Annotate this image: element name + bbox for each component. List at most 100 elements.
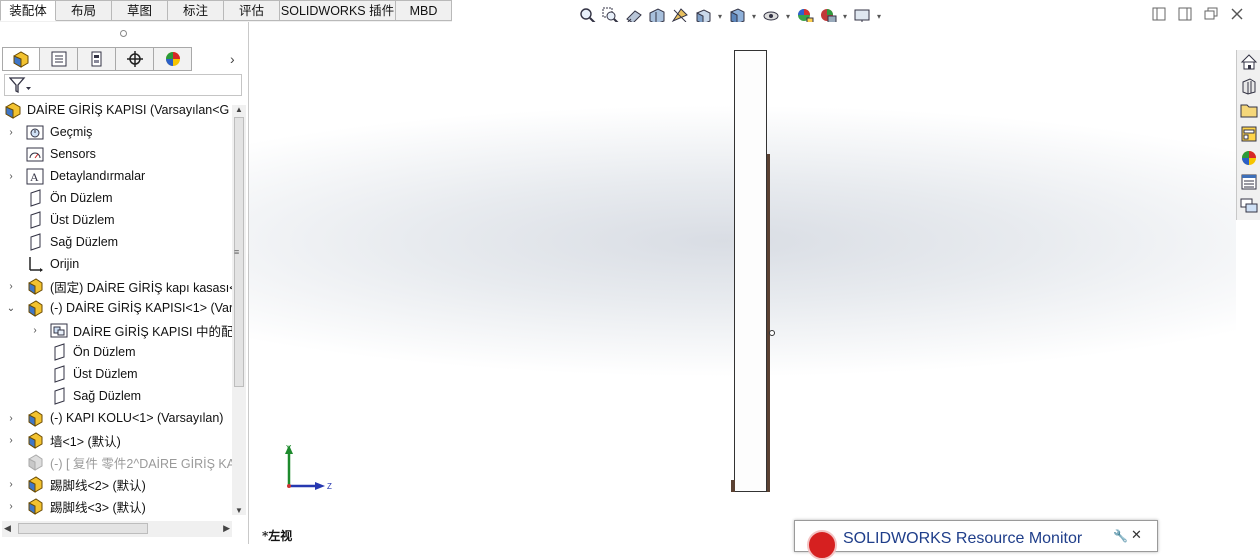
tab-layout[interactable]: 布局 <box>56 0 112 21</box>
expand-arrow-icon[interactable]: › <box>6 281 16 292</box>
tree-item-annotations[interactable]: › A Detaylandırmalar <box>0 165 232 187</box>
tree-filter[interactable] <box>4 74 242 96</box>
tree-item-baseboard-2[interactable]: › 踢脚线<2> (默认) <box>0 473 232 495</box>
tab-sketch[interactable]: 草图 <box>112 0 168 21</box>
tile-right-icon[interactable] <box>1176 6 1194 22</box>
part-icon <box>26 497 44 515</box>
view-settings-dropdown-icon[interactable]: ▾ <box>875 12 883 21</box>
design-library-icon[interactable] <box>1239 76 1259 96</box>
wrench-icon[interactable]: 🔧 <box>1113 529 1128 543</box>
custom-properties-icon[interactable] <box>1239 172 1259 192</box>
door-handle-point[interactable] <box>769 330 775 336</box>
manager-tabs <box>2 47 192 71</box>
error-icon <box>807 530 837 560</box>
tree-horizontal-scrollbar[interactable]: ◀ ▶ <box>2 521 232 537</box>
tab-mbd[interactable]: MBD <box>396 0 452 21</box>
scroll-down-icon[interactable]: ▼ <box>235 506 243 515</box>
scroll-thumb[interactable] <box>18 523 148 534</box>
resource-monitor-notification[interactable]: SOLIDWORKS Resource Monitor 🔧 ✕ <box>794 520 1158 560</box>
scroll-right-icon[interactable]: ▶ <box>223 523 230 534</box>
filter-icon <box>8 77 31 96</box>
tree-item-door-handle[interactable]: › (-) KAPI KOLU<1> (Varsayılan) <box>0 407 232 429</box>
home-icon[interactable] <box>1239 52 1259 72</box>
svg-text:A: A <box>30 170 39 184</box>
tab-evaluate[interactable]: 评估 <box>224 0 280 21</box>
plane-icon <box>26 211 44 229</box>
reference-triad: Y Z <box>285 444 332 491</box>
file-explorer-icon[interactable] <box>1239 100 1259 120</box>
part-icon <box>26 431 44 449</box>
dimxpert-manager-tab-icon[interactable] <box>116 47 154 71</box>
chevron-right-icon[interactable]: › <box>230 51 235 67</box>
expand-arrow-icon[interactable]: › <box>30 325 40 336</box>
close-icon[interactable]: ✕ <box>1131 527 1142 543</box>
tree-item-history[interactable]: › Geçmiş <box>0 121 232 143</box>
task-pane-tabs <box>1236 50 1260 220</box>
view-orientation-dropdown-icon[interactable]: ▾ <box>716 12 724 21</box>
expand-arrow-icon[interactable]: › <box>6 501 16 512</box>
tree-item-sub-front-plane[interactable]: Ön Düzlem <box>0 341 232 363</box>
tree-item-front-plane[interactable]: Ön Düzlem <box>0 187 232 209</box>
feature-tree: DAİRE GİRİŞ KAPISI (Varsayılan<G › Geçmi… <box>0 97 232 517</box>
tree-item-top-plane[interactable]: Üst Düzlem <box>0 209 232 231</box>
command-manager-tabs: 装配体 布局 草图 标注 评估 SOLIDWORKS 插件 MBD <box>0 0 452 22</box>
view-name-label: *左视 <box>262 529 293 543</box>
part-icon <box>26 409 44 427</box>
property-manager-tab-icon[interactable] <box>40 47 78 71</box>
tree-item-right-plane[interactable]: Sağ Düzlem <box>0 231 232 253</box>
document-window-controls <box>1150 6 1246 22</box>
history-icon <box>26 123 44 141</box>
grip-lines-icon: ≡ <box>234 247 240 257</box>
hide-show-dropdown-icon[interactable]: ▾ <box>784 12 792 21</box>
plane-icon <box>26 189 44 207</box>
view-palette-icon[interactable] <box>1239 124 1259 144</box>
graphics-area[interactable]: Y Z <box>249 22 1236 544</box>
collapse-arrow-icon[interactable]: ⌄ <box>6 303 16 314</box>
mates-icon <box>50 321 68 339</box>
appearances-icon[interactable] <box>1239 148 1259 168</box>
tree-item-mates[interactable]: › DAİRE GİRİŞ KAPISI 中的配合 <box>0 319 232 341</box>
apply-scene-dropdown-icon[interactable]: ▾ <box>841 12 849 21</box>
suppressed-part-icon <box>26 453 44 471</box>
plane-icon <box>26 233 44 251</box>
part-icon <box>26 475 44 493</box>
tree-item-door-assembly[interactable]: ⌄ (-) DAİRE GİRİŞ KAPISI<1> (Var <box>0 297 232 319</box>
close-icon[interactable] <box>1228 6 1246 22</box>
tree-item-origin[interactable]: Orijin <box>0 253 232 275</box>
expand-arrow-icon[interactable]: › <box>6 127 16 138</box>
display-style-dropdown-icon[interactable]: ▾ <box>750 12 758 21</box>
tab-markup[interactable]: 标注 <box>168 0 224 21</box>
feature-manager-tab-icon[interactable] <box>2 47 40 71</box>
tab-solidworks-addins[interactable]: SOLIDWORKS 插件 <box>280 0 396 21</box>
display-manager-tab-icon[interactable] <box>154 47 192 71</box>
plane-icon <box>50 343 68 361</box>
expand-arrow-icon[interactable]: › <box>6 171 16 182</box>
resource-monitor-title: SOLIDWORKS Resource Monitor <box>843 530 1083 547</box>
configuration-manager-tab-icon[interactable] <box>78 47 116 71</box>
tree-item-sensors[interactable]: Sensors <box>0 143 232 165</box>
tree-vertical-scrollbar[interactable]: ▲ ≡ ▼ <box>232 105 246 515</box>
tree-item-wall[interactable]: › 墙<1> (默认) <box>0 429 232 451</box>
origin-icon <box>26 255 44 273</box>
scroll-left-icon[interactable]: ◀ <box>4 523 11 534</box>
tab-assembly[interactable]: 装配体 <box>0 0 56 21</box>
expand-arrow-icon[interactable]: › <box>6 435 16 446</box>
tree-item-door-frame[interactable]: › (固定) DAİRE GİRİŞ kapı kasası< <box>0 275 232 297</box>
panel-grip-icon[interactable] <box>120 30 127 37</box>
assembly-icon <box>4 101 22 119</box>
expand-arrow-icon[interactable]: › <box>6 413 16 424</box>
door-model-left-view[interactable] <box>734 50 767 492</box>
door-panel-edge[interactable] <box>767 154 770 492</box>
triad-z-label: Z <box>327 482 332 491</box>
tile-left-icon[interactable] <box>1150 6 1168 22</box>
forum-icon[interactable] <box>1239 196 1259 216</box>
scroll-up-icon[interactable]: ▲ <box>235 105 243 114</box>
tree-root[interactable]: DAİRE GİRİŞ KAPISI (Varsayılan<G <box>0 99 232 121</box>
tree-item-sub-right-plane[interactable]: Sağ Düzlem <box>0 385 232 407</box>
tree-item-sub-top-plane[interactable]: Üst Düzlem <box>0 363 232 385</box>
restore-icon[interactable] <box>1202 6 1220 22</box>
tree-item-suppressed-copy[interactable]: (-) [ 复件 零件2^DAİRE GİRİŞ KA <box>0 451 232 473</box>
expand-arrow-icon[interactable]: › <box>6 479 16 490</box>
tree-item-baseboard-3[interactable]: › 踢脚线<3> (默认) <box>0 495 232 517</box>
part-icon <box>26 277 44 295</box>
